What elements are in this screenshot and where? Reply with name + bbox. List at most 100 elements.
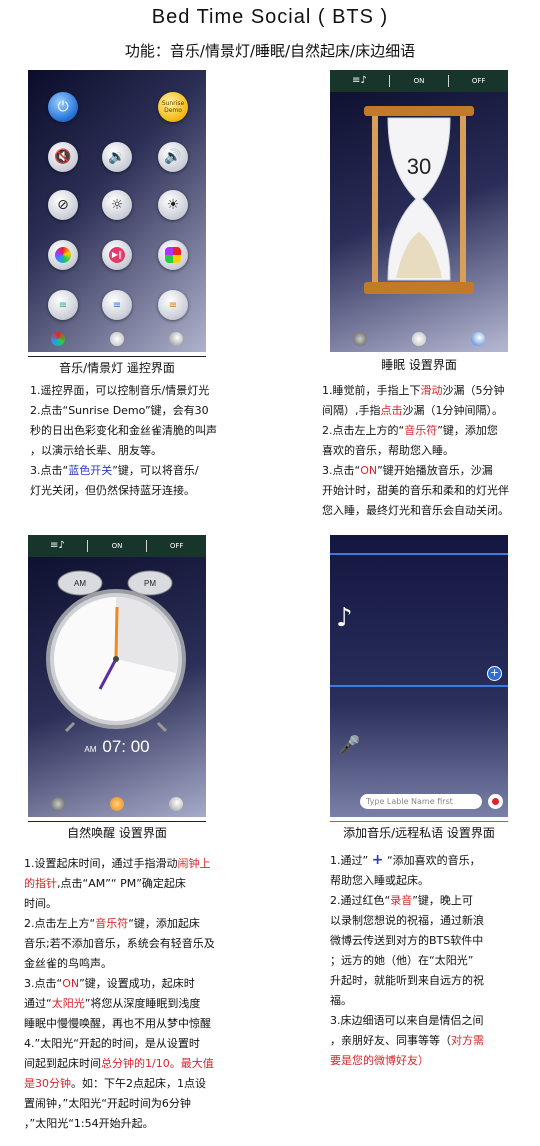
bottom-nav: [28, 791, 206, 817]
color-grid-button[interactable]: [158, 240, 188, 270]
sun-icon[interactable]: [109, 797, 124, 811]
desc-line: ；远方的她（他）在“太阳光”: [330, 954, 474, 967]
hourglass-post: [372, 116, 378, 282]
desc-line: 要是您的微博好友）: [330, 1054, 429, 1067]
desc-text: ”键，添加您: [437, 424, 498, 437]
hourglass-graphic[interactable]: 30: [330, 92, 508, 324]
desc-highlight: 太阳光: [51, 997, 85, 1010]
desc-highlight: ON: [62, 977, 80, 990]
light-off-icon: ⊘: [57, 197, 69, 213]
desc-text: ”键，设置成功，起床时: [79, 977, 195, 990]
desc-line: 3.点击“ON”键开始播放音乐，沙漏: [322, 461, 532, 481]
brightness-high-icon: ☀: [166, 197, 180, 213]
moon-icon[interactable]: [471, 332, 486, 346]
color-mode-icon[interactable]: [352, 332, 367, 346]
desc-line: 1.设置起床时间，通过手指滑动闹钟上: [24, 854, 252, 874]
color-mode-icon[interactable]: [50, 332, 65, 346]
add-music-button[interactable]: +: [487, 666, 502, 681]
desc-line: 睡眠中慢慢唤醒，再也不用从梦中惊醒: [24, 1017, 211, 1030]
volume-up-button[interactable]: 🔊: [158, 142, 188, 172]
top-divider: [330, 553, 508, 555]
desc-line: 的指针,点击“AM”“ PM”确定起床: [24, 874, 252, 894]
top-toolbar: ≡♪ ON OFF: [28, 535, 206, 557]
desc-text: ,点击“AM”“ PM”确定起床: [57, 877, 186, 890]
wake-caption: 自然唤醒 设置界面: [28, 821, 206, 841]
light-off-button[interactable]: ⊘: [48, 190, 78, 220]
equalizer-icon: ≡: [168, 299, 178, 311]
desc-highlight: 点击: [380, 404, 403, 417]
desc-text: 3.点击“: [322, 464, 361, 477]
volume-down-icon: 🔉: [108, 149, 126, 165]
am-bell-label: AM: [74, 579, 86, 588]
desc-highlight: 蓝色开关: [68, 464, 113, 477]
microphone-icon[interactable]: 🎤: [338, 735, 360, 756]
sunrise-demo-button[interactable]: Sunrise Demo: [158, 92, 188, 122]
music-note-menu-icon[interactable]: ≡♪: [28, 540, 87, 552]
whisper-description: 1.通过” + “添加喜欢的音乐， 帮助您入睡或起床。 2.通过红色“录音”键，…: [330, 850, 530, 1071]
desc-text: 3.点击“: [30, 464, 69, 477]
desc-text: “添加喜欢的音乐，: [386, 854, 481, 867]
desc-highlight: 的指针: [24, 877, 57, 890]
sun-icon[interactable]: [109, 332, 124, 346]
desc-text: ”键开始播放音乐，沙漏: [377, 464, 493, 477]
remote-caption: 音乐/情景灯 遥控界面: [28, 356, 206, 376]
color-grid-icon: [165, 247, 181, 263]
desc-line: 时间。: [24, 897, 57, 910]
equalizer-button-3[interactable]: ≡: [158, 290, 188, 320]
desc-text: 间隔）,手指: [322, 404, 381, 417]
desc-line: 升起时，就能听到来自远方的祝: [330, 974, 484, 987]
volume-up-icon: 🔊: [164, 149, 182, 165]
desc-highlight: 录音: [390, 894, 413, 907]
music-note-menu-icon[interactable]: ≡♪: [330, 75, 389, 87]
on-button[interactable]: ON: [388, 75, 449, 87]
moon-icon[interactable]: [169, 797, 184, 811]
desc-line: 4.”太阳光“开起的时间，是从设置时: [24, 1037, 200, 1050]
desc-text: 2.点击左上方的“: [322, 424, 405, 437]
play-pause-button[interactable]: ▶‖: [102, 240, 132, 270]
brightness-up-button[interactable]: ☀: [158, 190, 188, 220]
record-button[interactable]: [488, 794, 503, 809]
mute-button[interactable]: 🔇: [48, 142, 78, 172]
wake-time-display: AM 07: 00: [28, 737, 206, 757]
hourglass-top: [364, 106, 474, 116]
label-name-input[interactable]: Type Lable Name first: [360, 794, 482, 809]
mute-icon: 🔇: [54, 149, 72, 165]
moon-icon[interactable]: [169, 332, 184, 346]
on-button[interactable]: ON: [86, 540, 147, 552]
desc-line: 间起到起床时间总分钟的1/10。最大值: [24, 1054, 252, 1074]
equalizer-button-1[interactable]: ≡: [48, 290, 78, 320]
desc-line: 3.点击“蓝色开关”键，可以将音乐/: [30, 461, 240, 481]
ampm-indicator: AM: [84, 745, 97, 754]
desc-line: 2.点击左上方“音乐符“键，添加起床: [24, 914, 252, 934]
sun-icon[interactable]: [411, 332, 426, 346]
desc-line: 开始计时，甜美的音乐和柔和的灯光伴: [322, 484, 509, 497]
alarm-clock-graphic[interactable]: AM PM: [28, 561, 206, 733]
hourglass-base: [364, 282, 474, 294]
desc-text: “键，添加起床: [128, 917, 200, 930]
off-button[interactable]: OFF: [448, 75, 508, 87]
desc-highlight: 音乐符: [404, 424, 438, 437]
sunrise-demo-label: Sunrise Demo: [161, 100, 185, 114]
volume-down-button[interactable]: 🔉: [102, 142, 132, 172]
color-mode-icon[interactable]: [50, 797, 65, 811]
desc-line: 金丝雀的鸟鸣声。: [24, 957, 112, 970]
desc-line: 以录制您想说的祝福，通过新浪: [330, 914, 484, 927]
equalizer-icon: ≡: [58, 299, 68, 311]
desc-line: ，”太阳光“1:54开始升起。: [24, 1117, 154, 1130]
power-toggle-button[interactable]: ⏻: [48, 92, 78, 122]
desc-line: 福。: [330, 994, 352, 1007]
minute-hand[interactable]: [114, 606, 119, 660]
plus-symbol: +: [371, 852, 384, 868]
desc-line: 帮助您入睡或起床。: [330, 874, 429, 887]
brightness-down-button[interactable]: ☼: [102, 190, 132, 220]
desc-highlight: 滑动: [420, 384, 443, 397]
equalizer-icon: ≡: [112, 299, 122, 311]
desc-highlight: ON: [360, 464, 378, 477]
equalizer-button-2[interactable]: ≡: [102, 290, 132, 320]
desc-highlight: 闹钟上: [177, 857, 211, 870]
music-note-icon[interactable]: ♪: [336, 603, 353, 633]
color-cycle-button[interactable]: [48, 240, 78, 270]
clock-leg: [156, 721, 168, 733]
hourglass-minutes: 30: [407, 154, 431, 179]
off-button[interactable]: OFF: [146, 540, 206, 552]
